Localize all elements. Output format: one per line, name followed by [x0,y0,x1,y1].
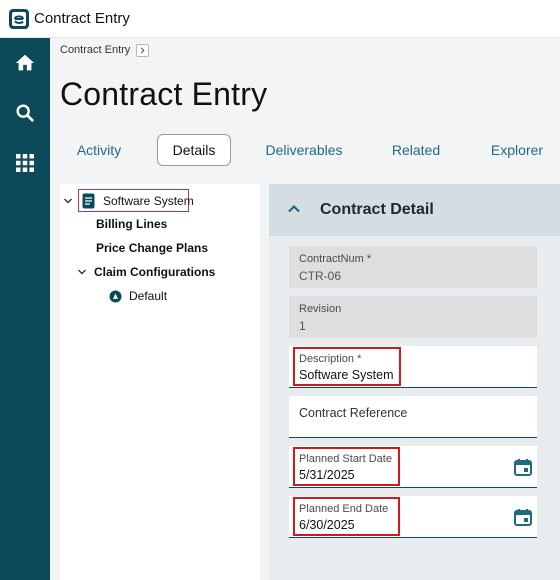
tree-item-default[interactable]: Default [109,289,167,303]
tab-explorer[interactable]: Explorer [482,134,552,166]
chevron-right-icon[interactable] [136,43,150,57]
field-value[interactable]: 5/31/2025 [299,468,355,482]
planned-end-date-field[interactable]: Planned End Date 6/30/2025 [289,496,537,538]
tree-item-label: Default [129,289,168,303]
contract-num-field: ContractNum * CTR-06 [289,246,537,288]
search-icon[interactable] [12,100,38,126]
field-label: Contract Reference [299,406,408,420]
section-header: Contract Detail [269,184,560,236]
breadcrumb: Contract Entry [60,42,150,58]
tree-item-billing-lines[interactable]: Billing Lines [96,217,167,231]
tab-deliverables[interactable]: Deliverables [258,134,350,166]
contract-reference-field[interactable]: Contract Reference [289,396,537,438]
description-field[interactable]: Description * Software System [289,346,537,388]
revision-field: Revision 1 [289,296,537,338]
chevron-up-icon[interactable] [287,202,301,216]
calendar-icon[interactable] [513,457,533,477]
tree-item-price-change-plans[interactable]: Price Change Plans [96,241,208,255]
field-label: Revision [299,303,342,315]
chevron-down-icon[interactable] [76,266,88,278]
field-label: ContractNum * [299,253,372,265]
home-icon[interactable] [12,50,38,76]
tree-item-software-system[interactable]: Software System [62,193,194,209]
page-title: Contract Entry [60,76,268,112]
field-label: Planned Start Date [299,453,392,465]
tree-item-claim-configurations[interactable]: Claim Configurations [76,265,215,279]
field-label: Description * [299,353,362,365]
contract-document-icon [82,193,96,209]
tab-related[interactable]: Related [382,134,450,166]
tree-item-label: Software System [103,194,194,208]
contract-detail-panel: Contract Detail ContractNum * CTR-06 Rev… [269,184,560,580]
apps-grid-icon[interactable] [12,150,38,176]
calendar-icon[interactable] [513,507,533,527]
tab-activity[interactable]: Activity [68,134,130,166]
title-bar: Contract Entry [0,0,560,38]
chevron-down-icon[interactable] [62,195,74,207]
nav-rail [0,38,50,580]
field-value[interactable]: 6/30/2025 [299,518,355,532]
field-value: 1 [299,319,306,333]
main-content: Contract Entry Contract Entry Activity D… [50,38,560,580]
tree-item-label: Claim Configurations [94,265,216,279]
tree-item-label: Price Change Plans [96,241,209,255]
section-title: Contract Detail [320,201,434,218]
window-title: Contract Entry [34,10,130,27]
configuration-icon [109,290,122,303]
field-value: CTR-06 [299,269,342,283]
tree-panel: Software System Billing Lines Price Chan… [60,184,260,580]
planned-start-date-field[interactable]: Planned Start Date 5/31/2025 [289,446,537,488]
app-logo-icon [9,9,29,29]
field-value[interactable]: Software System [299,368,393,382]
breadcrumb-item[interactable]: Contract Entry [60,44,130,56]
field-label: Planned End Date [299,503,389,515]
tab-details[interactable]: Details [157,134,231,166]
tree-item-label: Billing Lines [96,217,168,231]
